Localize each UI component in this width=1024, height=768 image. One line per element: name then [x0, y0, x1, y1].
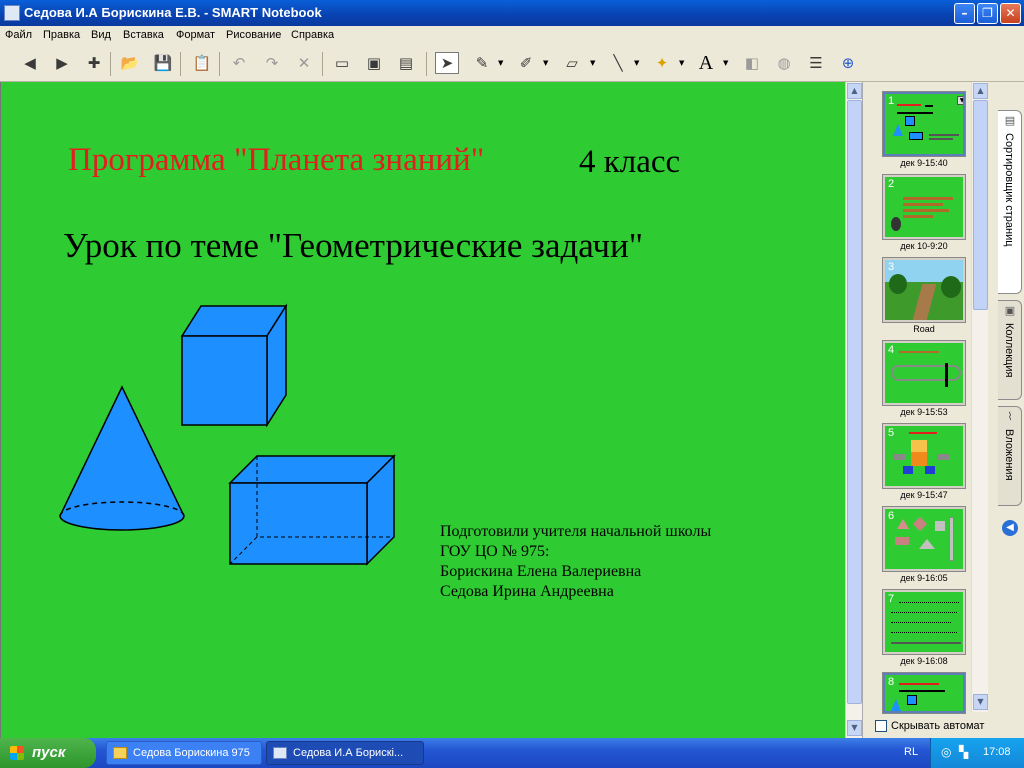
menu-format[interactable]: Формат [176, 29, 215, 41]
menu-bar: Файл Правка Вид Вставка Формат Рисование… [0, 26, 1024, 46]
geometry-shapes [59, 303, 396, 566]
back-icon[interactable]: ◀ [18, 52, 42, 74]
taskbar-item-notebook[interactable]: Седова И.А Борискі... [266, 741, 424, 765]
start-button[interactable]: пуск [0, 738, 96, 768]
tab-page-sorter[interactable]: ▤ Сортировщик страниц [998, 110, 1022, 294]
more-icon[interactable]: ☰ [804, 52, 828, 74]
eraser-icon[interactable]: ▱ [560, 52, 584, 74]
minimize-button[interactable]: – [954, 3, 975, 24]
notebook-icon [273, 747, 287, 759]
credits-line: Подготовили учителя начальной школы [440, 523, 712, 540]
window-title: Седова И.А Борискина Е.В. - SMART Notebo… [24, 5, 322, 20]
tab-gallery[interactable]: ▣ Коллекция [998, 300, 1022, 400]
menu-file[interactable]: Файл [5, 29, 32, 41]
full-screen-icon[interactable]: ▣ [362, 52, 386, 74]
taskbar: пуск Седова Борискина 975 Седова И.А Бор… [0, 738, 1024, 768]
slide-canvas[interactable]: Программа "Планета знаний" 4 класс Урок … [0, 82, 845, 738]
thumbnail-label: дек 9-15:47 [900, 490, 948, 500]
scroll-down-icon[interactable]: ▼ [847, 720, 862, 736]
windows-flag-icon [10, 746, 24, 760]
open-icon[interactable]: 📂 [118, 52, 142, 74]
sorter-scrollbar[interactable]: ▲ ▼ [971, 82, 988, 712]
scroll-thumb[interactable] [973, 100, 988, 310]
credits-line: ГОУ ЦО № 975: [440, 543, 550, 560]
scroll-up-icon[interactable]: ▲ [973, 83, 988, 99]
menu-view[interactable]: Вид [91, 29, 111, 41]
page-thumbnail[interactable]: 5 [882, 423, 966, 489]
autohide-label: Скрывать автомат [891, 720, 985, 732]
magic-pen-icon[interactable]: ✦ [650, 52, 674, 74]
undo-icon[interactable]: ↶ [227, 52, 251, 74]
menu-insert[interactable]: Вставка [123, 29, 164, 41]
toolbar: ◀ ▶ ✚ 📂 💾 📋 ↶ ↷ ✕ ▭ ▣ ▤ ➤ ✎ ▼ ✐ ▼ ▱ ▼ ╲ … [0, 46, 1024, 82]
page-sorter-icon: ▤ [1004, 114, 1016, 127]
autohide-checkbox[interactable] [875, 720, 887, 732]
canvas-scrollbar[interactable]: ▲ ▼ [845, 82, 862, 738]
folder-icon [113, 747, 127, 759]
scroll-thumb[interactable] [847, 100, 862, 704]
scroll-down-icon[interactable]: ▼ [973, 694, 988, 710]
text-icon[interactable]: A [694, 52, 718, 74]
thumbnail-label: дек 9-16:08 [900, 656, 948, 666]
taskbar-item-folder[interactable]: Седова Борискина 975 [106, 741, 262, 765]
page-thumbnail[interactable]: 4 [882, 340, 966, 406]
add-page-icon[interactable]: ✚ [82, 52, 106, 74]
paperclip-icon: ⌇ [1007, 410, 1013, 423]
maximize-button[interactable]: ❐ [977, 3, 998, 24]
close-button[interactable]: ✕ [1000, 3, 1021, 24]
page-thumbnail[interactable]: 6 [882, 506, 966, 572]
save-icon[interactable]: 💾 [151, 52, 175, 74]
line-icon[interactable]: ╲ [606, 52, 630, 74]
credits-block[interactable]: Подготовили учителя начальной школы ГОУ … [440, 522, 711, 602]
page-thumbnail[interactable]: 1 ▼ [882, 91, 966, 157]
system-tray: ◎ ▚ 17:08 [930, 738, 1024, 768]
fill-icon[interactable]: ◧ [740, 52, 764, 74]
clock[interactable]: 17:08 [983, 746, 1011, 758]
page-thumbnail[interactable]: 7 [882, 589, 966, 655]
thumbnail-menu-icon[interactable]: ▼ [957, 96, 963, 105]
autohide-option[interactable]: Скрывать автомат [875, 720, 984, 732]
pen-icon[interactable]: ✎ [470, 52, 494, 74]
page-sorter: 1 ▼ дек 9-15:40 2 дек 10-9:20 3 Road 4 д… [862, 82, 996, 738]
page-thumbnail[interactable]: 3 [882, 257, 966, 323]
title-bar: Седова И.А Борискина Е.В. - SMART Notebo… [0, 0, 1024, 26]
cube-shape[interactable] [180, 303, 288, 428]
forward-icon[interactable]: ▶ [50, 52, 74, 74]
redo-icon[interactable]: ↷ [260, 52, 284, 74]
select-icon[interactable]: ➤ [435, 52, 459, 74]
expand-toolbar-icon[interactable]: ⊕ [836, 52, 860, 74]
creative-pen-icon[interactable]: ✐ [514, 52, 538, 74]
screen-shade-icon[interactable]: ▭ [330, 52, 354, 74]
menu-help[interactable]: Справка [291, 29, 334, 41]
page-thumbnail[interactable]: 8 [882, 672, 966, 714]
capture-icon[interactable]: ▤ [394, 52, 418, 74]
properties-icon[interactable]: ◍ [772, 52, 796, 74]
menu-draw[interactable]: Рисование [226, 29, 281, 41]
app-icon [4, 5, 20, 21]
thumbnail-label: дек 9-15:40 [900, 158, 948, 168]
thumbnail-label: дек 10-9:20 [900, 241, 948, 251]
thumbnail-label: дек 9-15:53 [900, 407, 948, 417]
prism-shape[interactable] [228, 454, 396, 566]
gallery-icon: ▣ [1004, 304, 1016, 317]
cone-shape[interactable] [59, 385, 185, 531]
network-icon[interactable]: ▚ [959, 745, 968, 759]
tray-icon[interactable]: ◎ [941, 745, 951, 759]
tab-attachments[interactable]: ⌇ Вложения [998, 406, 1022, 506]
thumbnail-label: Road [913, 324, 935, 334]
side-tabs: ▤ Сортировщик страниц ▣ Коллекция ⌇ Влож… [996, 82, 1024, 738]
credits-line: Седова Ирина Андреевна [440, 583, 614, 600]
paste-icon[interactable]: 📋 [190, 52, 214, 74]
delete-icon[interactable]: ✕ [292, 52, 316, 74]
page-thumbnail[interactable]: 2 [882, 174, 966, 240]
credits-line: Борискина Елена Валериевна [440, 563, 642, 580]
menu-edit[interactable]: Правка [43, 29, 80, 41]
language-indicator[interactable]: RL [904, 746, 918, 758]
thumbnail-label: дек 9-16:05 [900, 573, 948, 583]
scroll-up-icon[interactable]: ▲ [847, 83, 862, 99]
collapse-panel-icon[interactable]: ◀ [1002, 520, 1018, 536]
